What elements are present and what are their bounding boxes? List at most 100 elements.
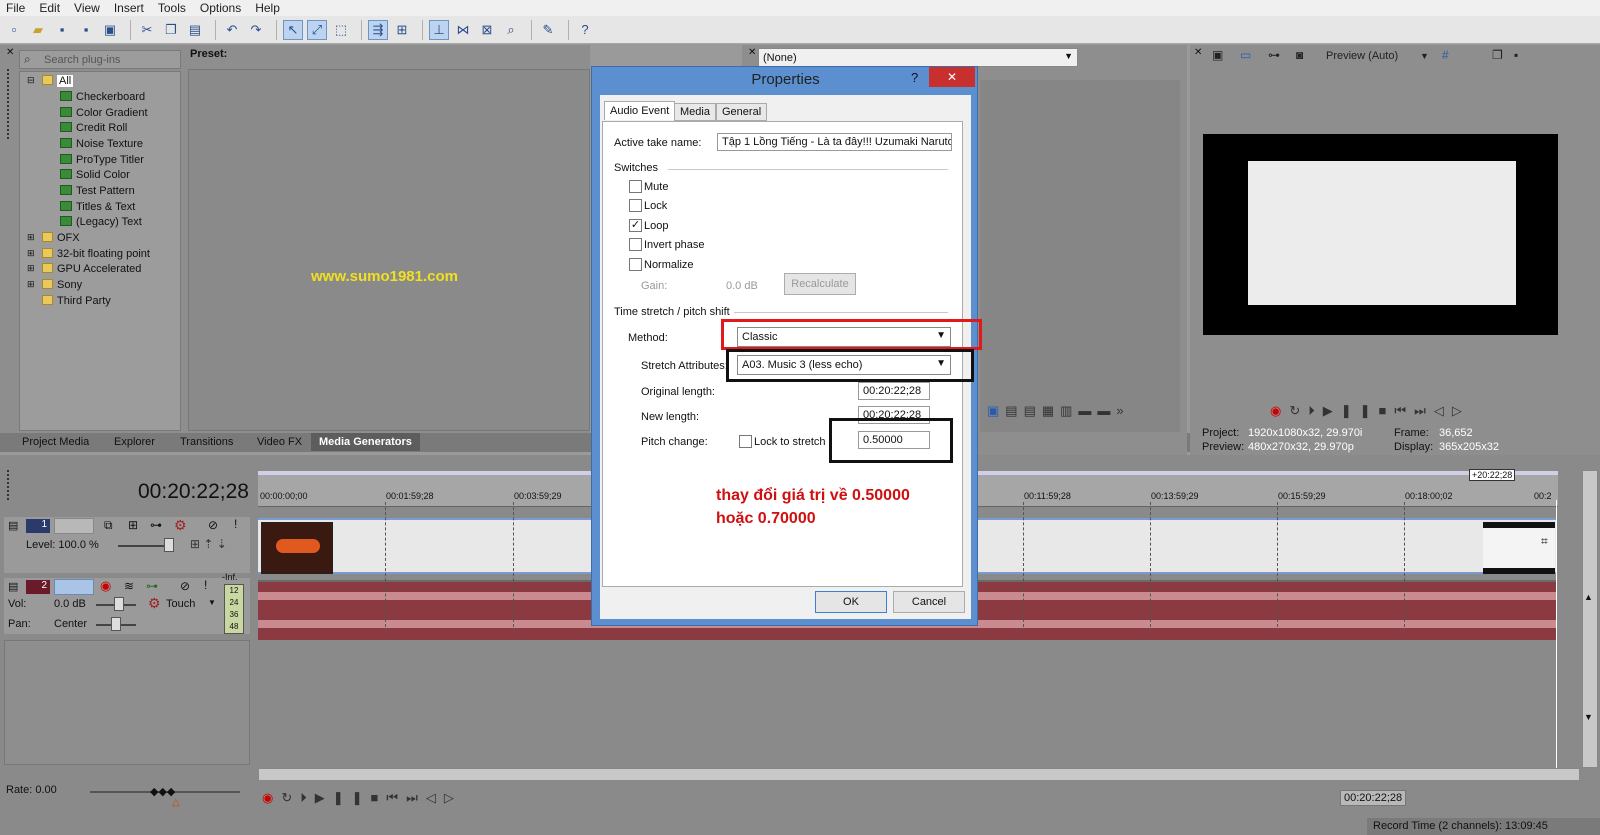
ok-button[interactable]: OK — [815, 591, 887, 613]
envelope-tool-icon[interactable]: ⤢ — [307, 19, 327, 40]
solo-icon[interactable]: ! — [234, 517, 237, 531]
tab-project-media[interactable]: Project Media — [14, 433, 97, 451]
preview-quality-select[interactable]: Preview (Auto) — [1326, 50, 1398, 62]
next-frame-icon[interactable]: ▷ — [444, 790, 462, 805]
loop-checkbox[interactable]: ✓ — [629, 219, 642, 232]
composite-mode-icon[interactable]: ⊶ — [150, 518, 162, 532]
tree-item-noise-texture[interactable]: Noise Texture — [60, 138, 143, 150]
cancel-button[interactable]: Cancel — [893, 591, 965, 613]
auto-ripple-icon[interactable]: ⇶ — [368, 19, 388, 40]
tree-expander[interactable]: ⊞ — [27, 263, 35, 274]
menu-tools[interactable]: Tools — [158, 1, 186, 15]
tree-folder-ofx[interactable]: OFX — [42, 232, 80, 244]
tree-item-protype-titler[interactable]: ProType Titler — [60, 154, 144, 166]
track-fx-icon[interactable]: ⊞ — [128, 518, 138, 532]
tab-transitions[interactable]: Transitions — [172, 433, 241, 451]
help-icon[interactable]: ? — [575, 20, 595, 40]
prev-frame-icon[interactable]: ◁ — [426, 790, 444, 805]
panel-close-icon[interactable]: ✕ — [748, 47, 756, 58]
stop-icon[interactable]: ■ — [371, 790, 387, 805]
plugin-search-box[interactable]: ⌕ Search plug-ins — [19, 50, 181, 69]
invert-phase-checkbox[interactable] — [629, 238, 642, 251]
tree-item-legacy-text[interactable]: (Legacy) Text — [60, 216, 142, 228]
copy-icon[interactable]: ❐ — [161, 20, 181, 40]
tab-explorer[interactable]: Explorer — [106, 433, 163, 451]
menu-view[interactable]: View — [74, 1, 100, 15]
grid-icon[interactable]: # — [1442, 48, 1449, 62]
play-icon[interactable]: ▶ — [315, 790, 333, 805]
arm-record-icon[interactable]: ◉ — [100, 578, 111, 594]
open-icon[interactable]: ▰ — [28, 20, 48, 40]
tree-expander[interactable]: ⊟ — [27, 75, 35, 86]
horizontal-scrollbar[interactable] — [258, 768, 1580, 781]
next-marker-icon[interactable]: ⏭ — [406, 790, 426, 805]
chevron-down-icon[interactable]: ▼ — [208, 598, 216, 607]
save-as-icon[interactable]: ▪ — [76, 20, 96, 40]
overlay-icon[interactable]: ◙ — [1296, 48, 1303, 62]
record-icon[interactable]: ◉ — [262, 790, 281, 805]
close-button[interactable]: ✕ — [929, 67, 975, 87]
auto-crossfade-icon[interactable]: ⊠ — [477, 20, 497, 40]
tab-video-fx[interactable]: Video FX — [249, 433, 310, 451]
prev-frame-icon[interactable]: ◁ — [1434, 403, 1452, 418]
mute-icon[interactable]: ⊘ — [208, 518, 218, 532]
track-expand-icon[interactable]: ▤ — [8, 519, 18, 532]
help-button[interactable]: ? — [911, 70, 918, 85]
tab-general[interactable]: General — [716, 103, 768, 121]
paste-icon[interactable]: ▤ — [185, 20, 205, 40]
solo-icon[interactable]: ! — [204, 578, 207, 592]
next-frame-icon[interactable]: ▷ — [1452, 403, 1470, 418]
pause-icon[interactable]: ❚❚ — [1341, 403, 1379, 418]
redo-icon[interactable]: ↷ — [246, 20, 266, 40]
undo-icon[interactable]: ↶ — [222, 20, 242, 40]
track-name-field[interactable] — [54, 579, 94, 595]
lock-to-stretch-checkbox[interactable] — [739, 435, 752, 448]
menu-insert[interactable]: Insert — [114, 1, 144, 15]
tree-item-checkerboard[interactable]: Checkerboard — [60, 91, 145, 103]
scroll-up-icon[interactable]: ▲ — [1584, 592, 1593, 602]
tree-folder-all[interactable]: All — [42, 75, 74, 87]
level-slider-thumb[interactable] — [164, 538, 174, 552]
mute-checkbox[interactable] — [629, 180, 642, 193]
original-length-field[interactable]: 00:20:22;28 — [858, 382, 930, 400]
copy-snapshot-icon[interactable]: ❐ — [1492, 48, 1503, 62]
tree-expander[interactable]: ⊞ — [27, 279, 35, 290]
next-marker-icon[interactable]: ⏭ — [1414, 403, 1434, 418]
tree-expander[interactable]: ⊞ — [27, 248, 35, 259]
crop-icon[interactable]: ⌗ — [1541, 534, 1548, 549]
new-icon[interactable]: ▫ — [4, 20, 24, 40]
tree-folder-32bit[interactable]: 32-bit floating point — [42, 248, 150, 260]
tab-audio-event[interactable]: Audio Event — [604, 101, 676, 120]
tree-folder-gpu[interactable]: GPU Accelerated — [42, 263, 141, 275]
scroll-down-icon[interactable]: ▼ — [1584, 712, 1593, 722]
cut-icon[interactable]: ✂ — [137, 20, 157, 40]
pause-icon[interactable]: ❚❚ — [333, 790, 371, 805]
selection-tool-icon[interactable]: ⬚ — [331, 20, 351, 40]
normal-edit-tool-icon[interactable]: ↖ — [283, 19, 303, 40]
grid-view-icon[interactable]: ▤▤▦▥▬▬» — [1005, 403, 1129, 418]
record-icon[interactable]: ◉ — [1270, 403, 1289, 418]
menu-help[interactable]: Help — [255, 1, 280, 15]
tree-item-color-gradient[interactable]: Color Gradient — [60, 107, 148, 119]
play-from-start-icon[interactable]: ⏵ — [1308, 403, 1323, 418]
prev-marker-icon[interactable]: ⏮ — [1394, 403, 1414, 418]
paint-icon[interactable]: ✎ — [538, 20, 558, 40]
lock-envelopes-icon[interactable]: ⊞ — [392, 20, 412, 40]
track-name-field[interactable] — [54, 518, 94, 534]
mute-icon[interactable]: ⊘ — [180, 579, 190, 593]
tree-item-solid-color[interactable]: Solid Color — [60, 169, 130, 181]
save-icon[interactable]: ▪ — [52, 20, 72, 40]
menu-options[interactable]: Options — [200, 1, 241, 15]
chevron-down-icon[interactable]: ▼ — [1420, 51, 1429, 61]
play-icon[interactable]: ▶ — [1323, 403, 1341, 418]
loop-icon[interactable]: ↻ — [1289, 403, 1308, 418]
prev-marker-icon[interactable]: ⏮ — [386, 790, 406, 805]
timeline-view-icon[interactable]: ▣ — [987, 403, 1005, 418]
invert-phase-icon[interactable]: ≋ — [124, 579, 134, 593]
tree-expander[interactable]: ⊞ — [27, 232, 35, 243]
stop-icon[interactable]: ■ — [1379, 403, 1395, 418]
snapping-icon[interactable]: ⊥ — [429, 19, 449, 40]
cursor-time-box[interactable]: 00:20:22;28 — [1340, 790, 1406, 806]
tree-item-titles-text[interactable]: Titles & Text — [60, 201, 135, 213]
save-snapshot-icon[interactable]: ▪ — [1514, 48, 1518, 62]
